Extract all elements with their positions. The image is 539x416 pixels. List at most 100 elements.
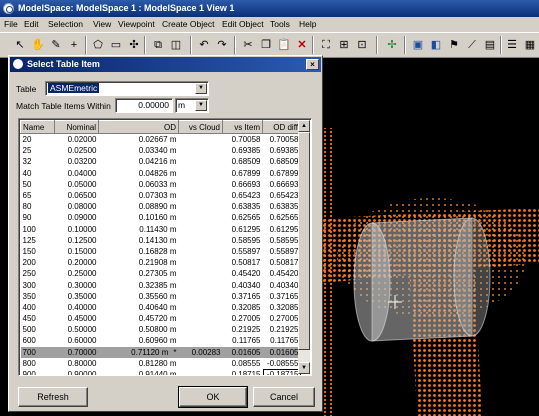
scroll-thumb[interactable] [298,132,310,350]
column-header-vs-item[interactable]: vs Item [222,120,263,134]
ok-button[interactable]: OK [178,386,248,408]
chevron-down-icon[interactable]: ▼ [195,83,207,94]
cell-od: 0.21908 m [138,258,177,268]
selected-marker: * [173,347,177,357]
menu-viewpoint[interactable]: Viewpoint [118,17,155,32]
table-row[interactable]: 250 0.25000 0.27305 m 0.45420 0.45420 [21,268,301,279]
pencil-icon[interactable]: ✎ [48,37,64,53]
plus-icon[interactable]: + [66,37,82,53]
menu-selection[interactable]: Selection [48,17,83,32]
table-row[interactable]: 300 0.30000 0.32385 m 0.40340 0.40340 [21,279,301,290]
table-row[interactable]: 400 0.40000 0.40640 m 0.32085 0.32085 [21,302,301,313]
table-row[interactable]: 50 0.05000 0.06033 m 0.66693 0.66693 [21,179,301,190]
cell-nominal: 0.03200 [67,157,97,167]
menu-file[interactable]: File [4,17,18,32]
menu-tools[interactable]: Tools [270,17,290,32]
cell-vs-item: 0.70058 [231,135,261,145]
table-row[interactable]: 40 0.04000 0.04826 m 0.67899 0.67899 [21,168,301,179]
table-row[interactable]: 125 0.12500 0.14130 m 0.58595 0.58595 [21,235,301,246]
undo-icon[interactable]: ↶ [196,37,212,53]
column-header-nominal[interactable]: Nominal [54,120,99,134]
cell-vs-item: 0.69385 [231,146,261,156]
fence-select-icon[interactable]: ⬠ [90,37,106,53]
cell-vs-item: 0.67899 [231,168,261,178]
paste-icon[interactable]: 📋 [276,37,292,53]
delete-icon[interactable]: ✕ [294,37,310,53]
table-row[interactable]: 100 0.10000 0.11430 m 0.61295 0.61295 [21,224,301,235]
table-row[interactable]: 500 0.50000 0.50800 m 0.21925 0.21925 [21,324,301,335]
cell-name: 800 [22,358,36,368]
table-row[interactable]: 700 0.70000 0.71120 m * 0.00283 0.01605 0.0160… [20,346,301,358]
menu-edit-object[interactable]: Edit Object [222,17,264,32]
table-items-list[interactable]: Name Nominal OD vs Cloud vs Item OD diff… [18,118,312,376]
table-row[interactable]: 90 0.09000 0.10160 m 0.62565 0.62565 [21,212,301,223]
scroll-down-icon[interactable]: ▼ [298,362,310,374]
refresh-button[interactable]: Refresh [18,387,88,407]
image-icon[interactable]: ▤ [482,37,498,53]
layer-icon[interactable]: ⧉ [150,37,166,53]
chevron-down-icon[interactable]: ▼ [195,100,207,111]
copy-icon[interactable]: ❐ [258,37,274,53]
pan-hand-icon[interactable]: ✋ [30,37,46,53]
menu-create-object[interactable]: Create Object [162,17,214,32]
model-viewport[interactable] [322,58,539,416]
cancel-button[interactable]: Cancel [253,387,315,407]
zoom-box-icon[interactable]: ⊞ [336,37,352,53]
cell-nominal: 0.05000 [67,179,97,189]
cell-vs-item: 0.50817 [231,258,261,268]
table-scrollbar[interactable]: ▲ ▼ [298,120,310,374]
tag-icon[interactable]: ⚑ [446,37,462,53]
match-within-input[interactable]: 0.00000 [115,98,173,113]
properties-icon[interactable]: ▦ [522,37,538,53]
cell-od-diff: 0.62565 [269,213,299,223]
table-row[interactable]: 600 0.60000 0.60960 m 0.11765 0.11765 [21,335,301,346]
column-header-name[interactable]: Name [20,120,55,134]
column-header-od-diff[interactable]: OD diff [262,120,301,134]
table-row[interactable]: 900 0.90000 0.91440 m 0.18715 -0.18715 [21,368,301,375]
snap-icon[interactable]: ✢ [384,37,400,53]
zoom-extents-icon[interactable]: ⊡ [354,37,370,53]
cell-vs-cloud [179,302,223,313]
model-space-icon[interactable]: ▣ [410,37,426,53]
cell-nominal: 0.30000 [67,280,97,290]
cell-name: 300 [22,280,36,290]
cell-name: 250 [22,269,36,279]
cell-od-diff: 0.58595 [269,235,299,245]
table-row[interactable]: 800 0.80000 0.81280 m 0.08555 -0.08555 [21,358,301,369]
table-row[interactable]: 150 0.15000 0.16828 m 0.55897 0.55897 [21,246,301,257]
cell-nominal: 0.50000 [67,325,97,335]
cell-od: 0.11430 m [139,224,177,234]
table-row[interactable]: 450 0.45000 0.45720 m 0.27005 0.27005 [21,313,301,324]
column-header-od[interactable]: OD [98,120,179,134]
table-row[interactable]: 25 0.02500 0.03340 m 0.69385 0.69385 [21,145,301,156]
fit-view-icon[interactable]: ⛶ [318,37,334,53]
cell-od: 0.03340 m [138,146,177,156]
cross-select-icon[interactable]: ✣ [126,37,142,53]
cell-od: 0.35560 m [138,291,177,301]
menu-view[interactable]: View [93,17,111,32]
layers-stack-icon[interactable]: ☰ [504,37,520,53]
table-row[interactable]: 20 0.02000 0.02667 m 0.70058 0.70058 [21,134,301,146]
menu-help[interactable]: Help [299,17,316,32]
cell-vs-item: 0.32085 [231,302,261,312]
cube-icon[interactable]: ◫ [168,37,184,53]
select-arrow-icon[interactable]: ↖ [12,37,28,53]
scroll-up-icon[interactable]: ▲ [298,120,310,132]
new-view-icon[interactable]: ◧ [428,37,444,53]
table-select[interactable]: ASMEmetric ▼ [45,81,209,96]
table-row[interactable]: 350 0.35000 0.35560 m 0.37165 0.37165 [21,291,301,302]
column-header-vs-cloud[interactable]: vs Cloud [178,120,223,134]
cell-od: 0.60960 m [138,336,177,346]
rectangle-select-icon[interactable]: ▭ [108,37,124,53]
table-row[interactable]: 65 0.06500 0.07303 m 0.65423 0.65423 [21,190,301,201]
dialog-title-bar[interactable]: Select Table Item × [10,57,321,72]
close-button[interactable]: × [306,59,319,70]
redo-icon[interactable]: ↷ [214,37,230,53]
unit-select[interactable]: m ▼ [175,98,209,113]
table-row[interactable]: 200 0.20000 0.21908 m 0.50817 0.50817 [21,257,301,268]
table-row[interactable]: 80 0.08000 0.08890 m 0.63835 0.63835 [21,201,301,212]
menu-edit[interactable]: Edit [24,17,39,32]
table-row[interactable]: 32 0.03200 0.04216 m 0.68509 0.68509 [21,156,301,167]
measure-icon[interactable]: ⟋ [464,37,480,53]
cut-icon[interactable]: ✂ [240,37,256,53]
